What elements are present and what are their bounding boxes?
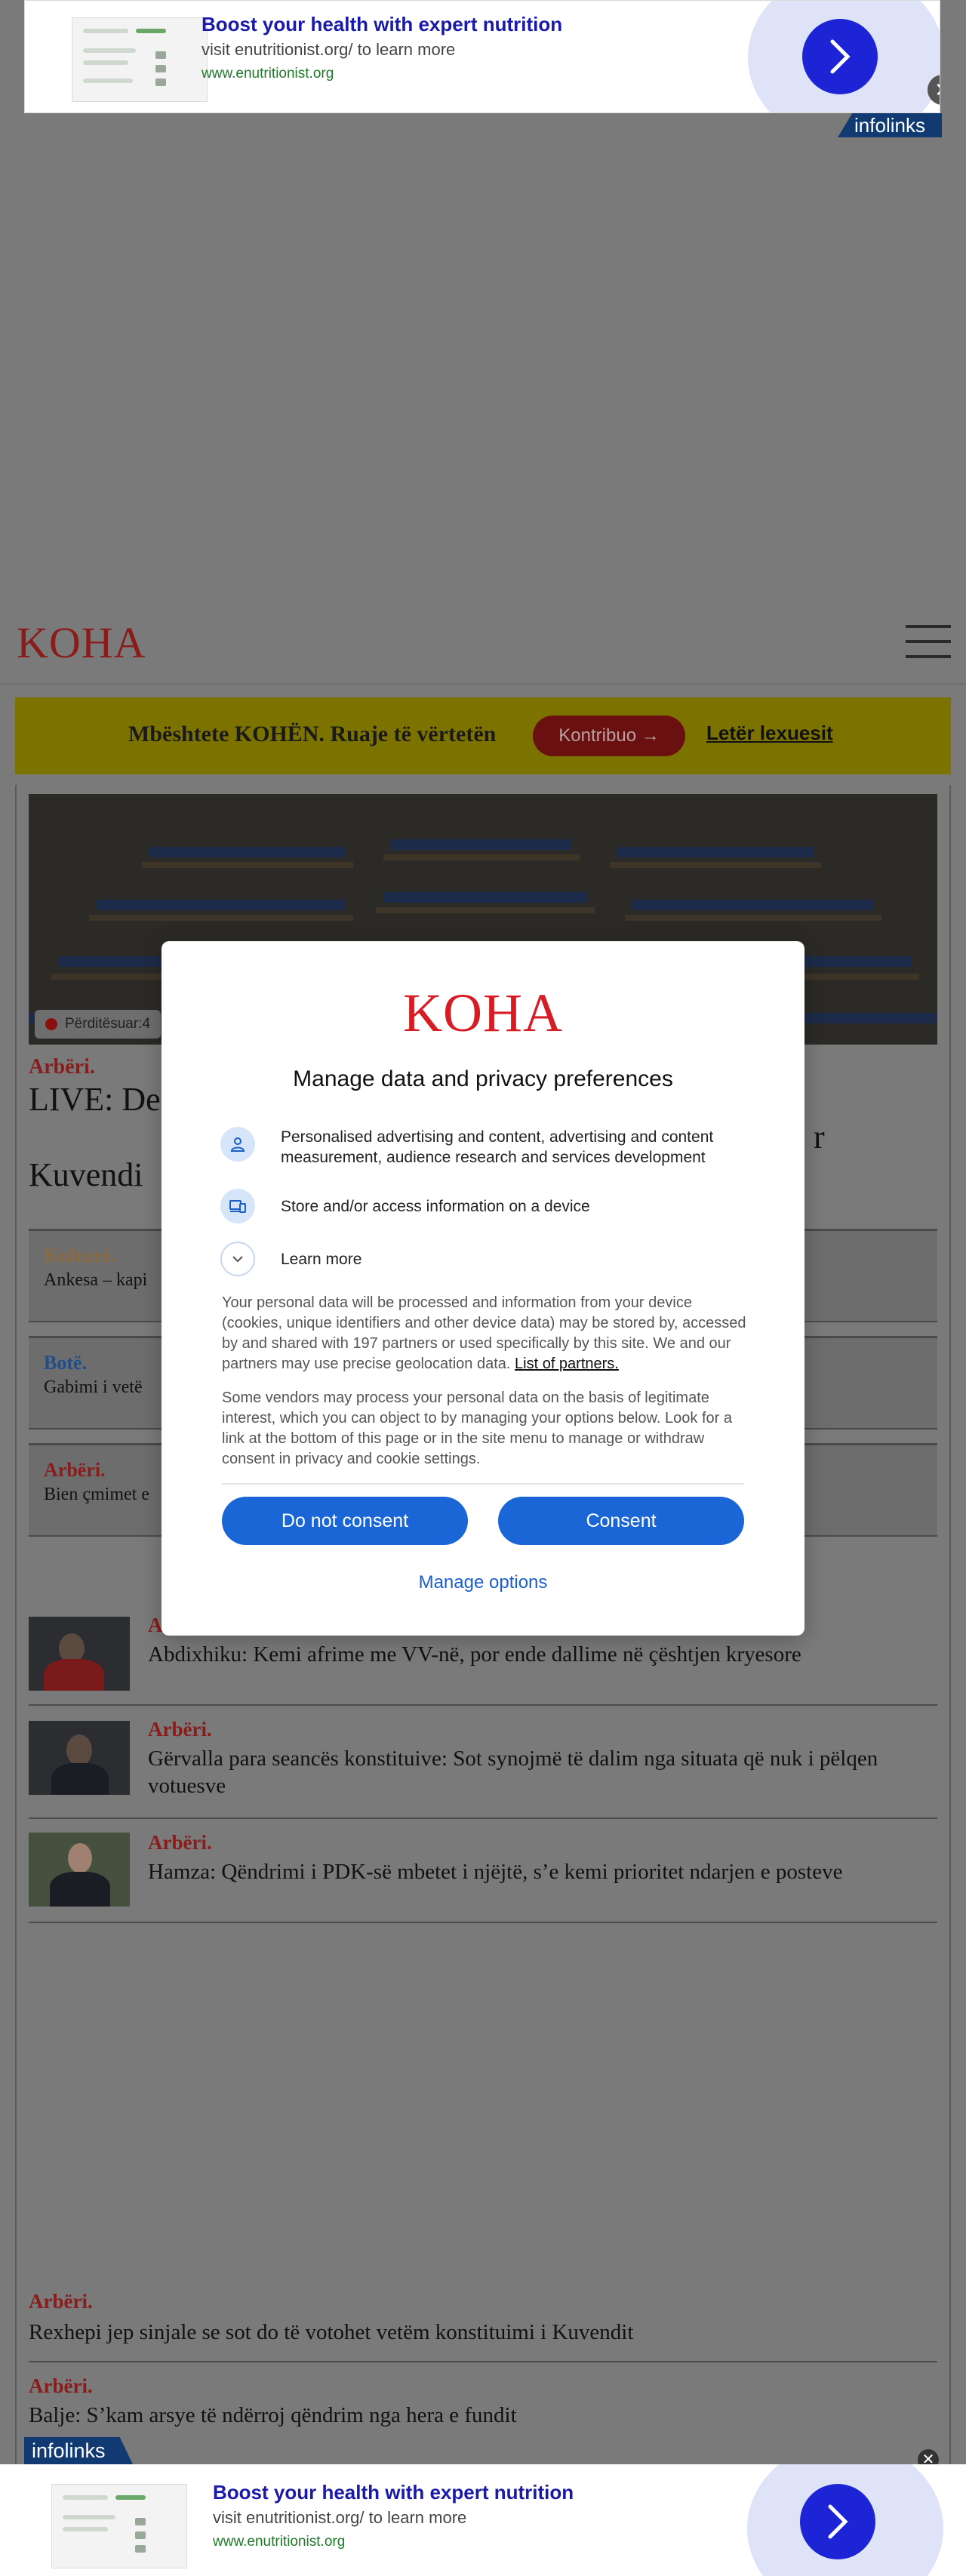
- ad-url[interactable]: www.enutritionist.org: [213, 2534, 345, 2550]
- box-category[interactable]: Arbëri.: [44, 1459, 106, 1482]
- infolinks-badge[interactable]: infolinks: [838, 113, 942, 137]
- ad-arrow-button[interactable]: [800, 2484, 875, 2559]
- legitimate-interest-text: Some vendors may process your personal d…: [222, 1390, 732, 1467]
- plain-list-category[interactable]: Arbëri.: [29, 2374, 93, 2398]
- learn-more-label[interactable]: Learn more: [281, 1249, 764, 1270]
- site-logo[interactable]: KOHA: [17, 617, 146, 668]
- header-divider: [0, 683, 966, 685]
- ad-url[interactable]: www.enutritionist.org: [202, 66, 334, 82]
- hero-category[interactable]: Arbëri.: [29, 1055, 95, 1079]
- updated-badge: Përditësuar:4: [35, 1010, 162, 1039]
- plain-list-category[interactable]: Arbëri.: [29, 2290, 93, 2313]
- list-category[interactable]: A: [148, 1614, 163, 1637]
- list-title[interactable]: Hamza: Qëndrimi i PDK-së mbetet i njëjtë…: [148, 1858, 933, 1885]
- do-not-consent-button[interactable]: Do not consent: [222, 1497, 468, 1545]
- partners-link[interactable]: List of partners.: [515, 1356, 619, 1372]
- article-thumbnail[interactable]: [29, 1833, 130, 1907]
- box-category[interactable]: Botë.: [44, 1352, 87, 1374]
- ad-subtitle: visit enutritionist.org/ to learn more: [202, 40, 456, 59]
- article-thumbnail[interactable]: [29, 1721, 130, 1795]
- plain-list-title[interactable]: Rexhepi jep sinjale se sot do të votohet…: [29, 2320, 633, 2345]
- chevron-right-icon: [828, 2504, 848, 2539]
- support-text: Mbështete KOHËN. Ruaje të vërtetën: [128, 722, 497, 746]
- list-item[interactable]: Arbëri. Gërvalla para seancës konstituiv…: [29, 1707, 937, 1819]
- ad-thumbnail: [72, 17, 208, 102]
- consent-logo: KOHA: [403, 983, 563, 1043]
- consent-button[interactable]: Consent: [498, 1497, 744, 1545]
- device-icon: [220, 1189, 255, 1223]
- ad-thumbnail: [51, 2484, 187, 2568]
- list-item[interactable]: Arbëri. Hamza: Qëndrimi i PDK-së mbetet …: [29, 1820, 937, 1923]
- contribute-button[interactable]: Kontribuo →: [533, 716, 685, 756]
- reader-letter-link[interactable]: Letër lexuesit: [706, 722, 833, 745]
- list-title[interactable]: Gërvalla para seancës konstituive: Sot s…: [148, 1745, 933, 1799]
- top-ad-banner[interactable]: Boost your health with expert nutrition …: [24, 0, 940, 113]
- box-title[interactable]: Gabimi i vetë: [44, 1377, 143, 1398]
- plain-list-title[interactable]: Balje: S’kam arsye të ndërroj qëndrim ng…: [29, 2403, 517, 2428]
- chevron-right-icon: [830, 39, 851, 74]
- ad-title[interactable]: Boost your health with expert nutrition: [202, 13, 562, 36]
- hero-title-line2[interactable]: Kuvendi: [29, 1156, 143, 1193]
- consent-dialog: KOHA Manage data and privacy preferences…: [162, 941, 804, 1636]
- consent-heading: Manage data and privacy preferences: [293, 1066, 673, 1091]
- consent-description: Your personal data will be processed and…: [222, 1293, 750, 1374]
- list-category[interactable]: Arbëri.: [148, 1718, 212, 1741]
- box-title[interactable]: Bien çmimet e: [44, 1485, 149, 1505]
- ad-arrow-button[interactable]: [802, 19, 878, 94]
- manage-options-link[interactable]: Manage options: [162, 1572, 804, 1593]
- hamburger-icon[interactable]: [906, 625, 951, 658]
- box-category[interactable]: Kulturë.: [44, 1245, 115, 1267]
- bottom-ad-banner[interactable]: Boost your health with expert nutrition …: [0, 2464, 966, 2576]
- ad-subtitle: visit enutritionist.org/ to learn more: [213, 2508, 467, 2527]
- chevron-down-icon[interactable]: [220, 1242, 255, 1276]
- purpose-text: Store and/or access information on a dev…: [281, 1198, 590, 1215]
- hero-title-end[interactable]: r: [814, 1119, 825, 1156]
- box-title[interactable]: Ankesa – kapi: [44, 1270, 147, 1291]
- list-divider: [29, 2361, 937, 2362]
- list-title[interactable]: Abdixhiku: Kemi afrime me VV-në, por end…: [148, 1641, 933, 1668]
- updated-label: Përditësuar:4: [65, 1016, 151, 1032]
- purpose-text: Personalised advertising and content, ad…: [281, 1128, 714, 1166]
- consent-divider: [222, 1483, 744, 1485]
- hero-title-start[interactable]: LIVE: De: [29, 1081, 161, 1118]
- article-thumbnail[interactable]: [29, 1617, 130, 1691]
- infolinks-badge[interactable]: infolinks: [24, 2437, 133, 2464]
- ad-title[interactable]: Boost your health with expert nutrition: [213, 2481, 574, 2504]
- list-category[interactable]: Arbëri.: [148, 1831, 212, 1854]
- live-dot-icon: [45, 1018, 57, 1030]
- person-icon: [220, 1127, 255, 1162]
- consent-description-text: Your personal data will be processed and…: [222, 1294, 746, 1372]
- support-banner: Mbështete KOHËN. Ruaje të vërtetën Kontr…: [15, 697, 951, 774]
